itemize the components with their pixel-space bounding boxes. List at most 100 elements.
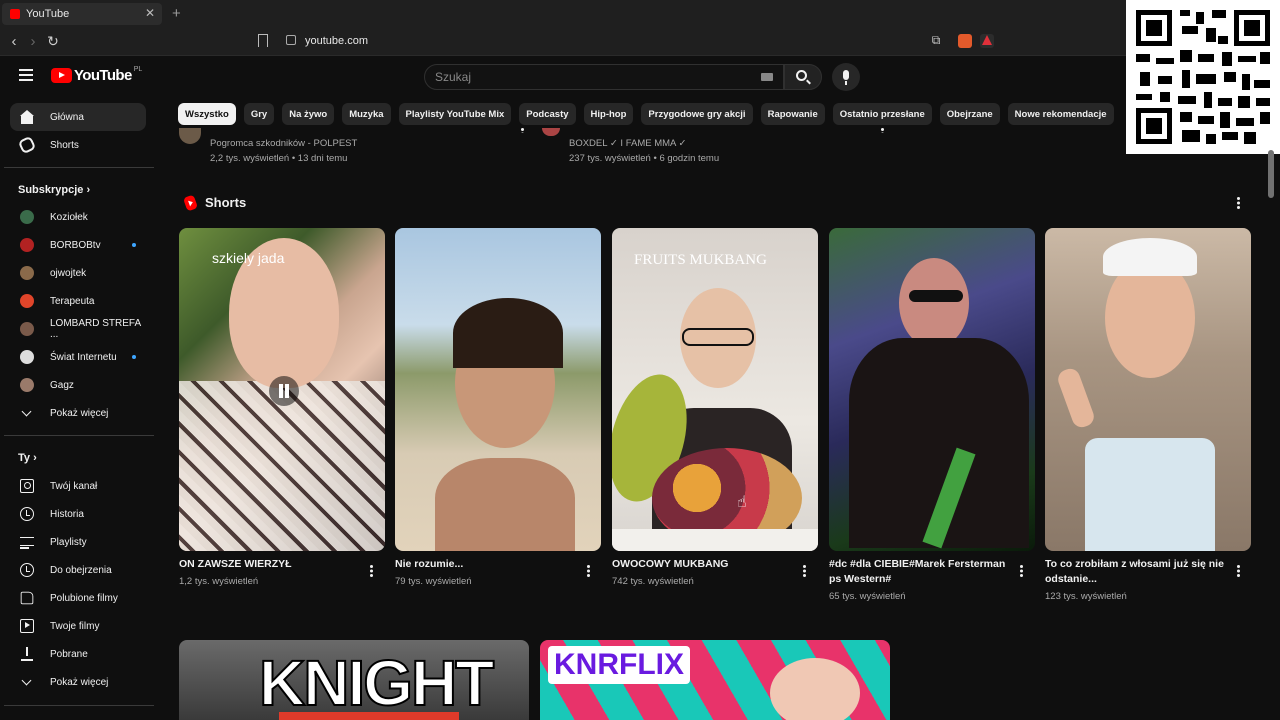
- you-title: Ty: [18, 452, 31, 464]
- chevron-right-icon: ›: [33, 452, 37, 464]
- chip-live[interactable]: Na żywo: [282, 103, 335, 125]
- short-title[interactable]: ON ZAWSZE WIERZYŁ: [179, 557, 359, 572]
- video-meta: Pogromca szkodników - POLPEST 2,2 tys. w…: [210, 136, 357, 166]
- sidebar-item-subscription[interactable]: ojwojtek: [10, 259, 146, 287]
- chip-games[interactable]: Gry: [243, 103, 275, 125]
- video-thumbnail[interactable]: KNIGHT: [179, 640, 529, 720]
- short-title[interactable]: To co zrobiłam z włosami już się nie ods…: [1045, 557, 1230, 587]
- qr-code: [1126, 0, 1280, 154]
- sidebar-item-shorts[interactable]: Shorts: [10, 131, 146, 159]
- chip-podcasts[interactable]: Podcasty: [519, 103, 576, 125]
- shorts-icon: [17, 135, 37, 155]
- short-overlay-text: FRUITS MUKBANG: [634, 252, 767, 268]
- brave-shield-icon[interactable]: [958, 34, 972, 48]
- channel-name[interactable]: Pogromca szkodników - POLPEST: [210, 136, 357, 151]
- sidebar-item-show-more-subs[interactable]: Pokaż więcej: [10, 399, 146, 427]
- short-title[interactable]: #dc #dla CIEBIE#Marek Fersterman ps West…: [829, 557, 1009, 587]
- browser-tab-youtube[interactable]: YouTube ✕: [2, 3, 162, 25]
- sidebar-item-history[interactable]: Historia: [10, 500, 146, 528]
- reload-icon[interactable]: ↻: [45, 33, 61, 50]
- sidebar-item-your-channel[interactable]: Twój kanał: [10, 472, 146, 500]
- short-title[interactable]: OWOCOWY MUKBANG: [612, 557, 792, 572]
- back-icon[interactable]: ‹: [6, 33, 22, 50]
- dress: [1085, 438, 1215, 551]
- chevron-down-icon: [20, 406, 34, 420]
- sidebar-item-home[interactable]: Główna: [10, 103, 146, 131]
- sidebar-item-downloads[interactable]: Pobrane: [10, 640, 146, 668]
- youtube-logo[interactable]: YouTube PL: [51, 66, 142, 84]
- more-options-icon[interactable]: [1236, 197, 1240, 209]
- short-thumbnail[interactable]: [829, 228, 1035, 551]
- more-options-icon[interactable]: [880, 128, 884, 133]
- more-options-icon[interactable]: [586, 565, 590, 577]
- short-title[interactable]: Nie rozumie...: [395, 557, 575, 572]
- more-options-icon[interactable]: [369, 565, 373, 577]
- user-icon: [20, 479, 34, 493]
- address-bar-url[interactable]: youtube.com: [305, 35, 368, 47]
- sunglasses: [909, 290, 963, 302]
- short-thumbnail[interactable]: [395, 228, 601, 551]
- sidebar-item-subscription[interactable]: Koziołek: [10, 203, 146, 231]
- brave-rewards-icon[interactable]: [980, 34, 994, 48]
- more-options-icon[interactable]: [802, 565, 806, 577]
- sidebar-item-your-videos[interactable]: Twoje filmy: [10, 612, 146, 640]
- keyboard-icon[interactable]: [761, 73, 773, 81]
- chip-rap[interactable]: Rapowanie: [760, 103, 825, 125]
- search-input[interactable]: [425, 65, 725, 89]
- home-icon: [20, 110, 34, 124]
- search-button[interactable]: [784, 64, 822, 90]
- chip-watched[interactable]: Obejrzane: [939, 103, 1000, 125]
- short-thumbnail[interactable]: FRUITS MUKBANG: [612, 228, 818, 551]
- video-thumbnail[interactable]: KNRFLIX: [540, 640, 890, 720]
- chip-recently-uploaded[interactable]: Ostatnio przesłane: [832, 103, 932, 125]
- short-thumbnail[interactable]: szkiely jada: [179, 228, 385, 551]
- channel-name[interactable]: BOXDEL ✓ I FAME MMA ✓: [569, 136, 719, 151]
- sidebar-item-playlists[interactable]: Playlisty: [10, 528, 146, 556]
- menu-icon[interactable]: [19, 69, 33, 81]
- chip-new-recommendations[interactable]: Nowe rekomendacje: [1007, 103, 1114, 125]
- page-scrollbar[interactable]: [1268, 150, 1274, 198]
- more-options-icon[interactable]: [1236, 565, 1240, 577]
- short-views: 123 tys. wyświetleń: [1045, 591, 1127, 602]
- sidebar-item-watch-later[interactable]: Do obejrzenia: [10, 556, 146, 584]
- bookmark-icon[interactable]: [258, 34, 268, 47]
- sidebar-item-subscription[interactable]: BORBOBtv: [10, 231, 146, 259]
- sidebar-divider: [4, 435, 154, 436]
- more-options-icon[interactable]: [1019, 565, 1023, 577]
- sidebar-item-label: Pobrane: [50, 648, 88, 660]
- close-tab-icon[interactable]: ✕: [145, 6, 155, 20]
- chip-hiphop[interactable]: Hip-hop: [583, 103, 634, 125]
- video-meta: BOXDEL ✓ I FAME MMA ✓ 237 tys. wyświetle…: [569, 136, 719, 166]
- search-box: [424, 64, 784, 90]
- sidebar-item-subscription[interactable]: Terapeuta: [10, 287, 146, 315]
- sidebar-item-subscription[interactable]: Gagz: [10, 371, 146, 399]
- new-content-dot: [132, 355, 136, 359]
- mouse-cursor-icon: ☝: [737, 494, 747, 511]
- chip-all[interactable]: Wszystko: [178, 103, 236, 125]
- short-thumbnail[interactable]: [1045, 228, 1251, 551]
- sidebar-item-liked[interactable]: Polubione filmy: [10, 584, 146, 612]
- chip-action-adventure[interactable]: Przygodowe gry akcji: [641, 103, 753, 125]
- sidebar-item-subscription[interactable]: Świat Internetu: [10, 343, 146, 371]
- you-heading[interactable]: Ty ›: [18, 452, 37, 464]
- channel-avatar[interactable]: [179, 128, 201, 144]
- sidebar-item-label: BORBOBtv: [50, 239, 101, 251]
- more-options-icon[interactable]: [520, 128, 524, 133]
- sidebar-item-show-more-you[interactable]: Pokaż więcej: [10, 668, 146, 696]
- channel-avatar[interactable]: [542, 128, 560, 136]
- chip-mix[interactable]: Playlisty YouTube Mix: [398, 103, 512, 125]
- subscriptions-heading[interactable]: Subskrypcje ›: [18, 184, 90, 196]
- forward-icon[interactable]: ›: [25, 33, 41, 50]
- sidebar-item-subscription[interactable]: LOMBARD STREFA ...: [10, 315, 146, 343]
- new-tab-icon[interactable]: +: [172, 5, 181, 22]
- sidebar-item-label: Historia: [50, 508, 84, 520]
- sidebar-divider: [4, 167, 154, 168]
- shorts-icon: [182, 194, 199, 211]
- glasses: [682, 328, 754, 346]
- chip-music[interactable]: Muzyka: [342, 103, 391, 125]
- voice-search-button[interactable]: [832, 63, 860, 91]
- sidebar-item-label: Twoje filmy: [50, 620, 100, 632]
- site-info-icon[interactable]: [286, 35, 296, 45]
- pause-icon[interactable]: [269, 376, 299, 406]
- open-external-icon[interactable]: ⧉: [928, 33, 944, 48]
